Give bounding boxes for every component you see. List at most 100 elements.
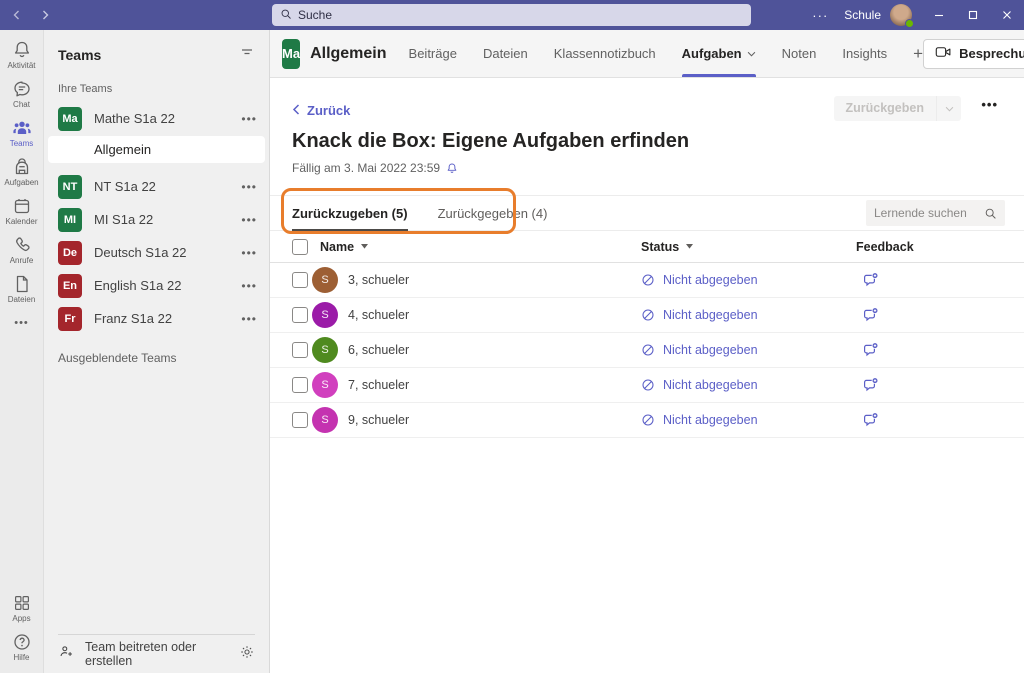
rail-item-files[interactable]: Dateien [0,270,44,309]
rail-item-assignments[interactable]: Aufgaben [0,153,44,192]
back-link[interactable]: Zurück [292,103,350,118]
rail-item-calendar[interactable]: Kalender [0,192,44,231]
search-icon [280,8,292,23]
status-not-turned-in[interactable]: Nicht abgegeben [641,308,758,322]
close-button[interactable] [990,0,1024,30]
notification-bell-icon[interactable] [446,162,458,175]
channel-team-avatar: Ma [282,39,300,69]
team-item-franz[interactable]: Fr Franz S1a 22 ••• [44,302,269,335]
student-name[interactable]: 9, schueler [348,413,409,427]
rail-item-teams[interactable]: Teams [0,114,44,153]
app-rail: Aktivität Chat Teams Aufgaben Kalender A… [0,30,44,673]
column-header-status[interactable]: Status [641,240,693,254]
minimize-button[interactable] [922,0,956,30]
help-icon [0,632,44,652]
status-not-turned-in[interactable]: Nicht abgegeben [641,343,758,357]
team-item-english[interactable]: En English S1a 22 ••• [44,269,269,302]
nav-forward-icon[interactable] [40,10,50,20]
filter-icon[interactable] [239,44,255,65]
team-more-icon[interactable]: ••• [241,213,257,227]
team-avatar: MI [58,208,82,232]
student-search-input[interactable]: Lernende suchen [866,200,1005,226]
row-checkbox[interactable] [292,377,308,393]
status-not-turned-in[interactable]: Nicht abgegeben [641,378,758,392]
student-name[interactable]: 6, schueler [348,343,409,357]
return-button-disabled[interactable]: Zurückgeben [834,96,962,121]
feedback-comment-icon[interactable] [862,342,879,358]
row-checkbox[interactable] [292,342,308,358]
team-more-icon[interactable]: ••• [241,112,257,126]
team-item-mathe[interactable]: Ma Mathe S1a 22 ••• [44,102,269,135]
column-header-feedback: Feedback [856,240,914,254]
student-name[interactable]: 3, schueler [348,273,409,287]
your-teams-label: Ihre Teams [44,73,269,102]
tab-insights[interactable]: Insights [842,30,887,77]
channel-item-allgemein-selected[interactable]: Allgemein [48,136,265,163]
calendar-icon [0,196,44,216]
select-all-checkbox[interactable] [292,239,308,255]
status-not-turned-in[interactable]: Nicht abgegeben [641,413,758,427]
tab-dateien[interactable]: Dateien [483,30,528,77]
nav-back-icon[interactable] [12,10,22,20]
status-not-turned-in[interactable]: Nicht abgegeben [641,273,758,287]
assignment-detail: Zurück Zurückgeben ••• Knack die Box: Ei… [270,78,1024,673]
tab-klassennotizbuch[interactable]: Klassennotizbuch [554,30,656,77]
rail-item-chat[interactable]: Chat [0,75,44,114]
assignment-more-icon[interactable]: ••• [981,97,998,112]
student-name[interactable]: 7, schueler [348,378,409,392]
team-item-deutsch[interactable]: De Deutsch S1a 22 ••• [44,236,269,269]
row-checkbox[interactable] [292,272,308,288]
meet-now-button[interactable]: Besprechung [923,39,1024,69]
join-team-icon [58,643,75,665]
file-icon [0,274,44,294]
channel-header: Ma Allgemein Beiträge Dateien Klassennot… [270,30,1024,78]
feedback-comment-icon[interactable] [862,307,879,323]
tab-aufgaben[interactable]: Aufgaben [682,30,756,77]
tab-beitraege[interactable]: Beiträge [409,30,457,77]
team-more-icon[interactable]: ••• [241,279,257,293]
tab-to-return[interactable]: Zurückzugeben (5) [292,196,408,230]
user-avatar[interactable] [890,4,912,26]
team-avatar: De [58,241,82,265]
account-name[interactable]: Schule [844,8,881,22]
student-name[interactable]: 4, schueler [348,308,409,322]
column-header-name[interactable]: Name [320,240,368,254]
feedback-comment-icon[interactable] [862,412,879,428]
teams-sidebar: Teams Ihre Teams Ma Mathe S1a 22 ••• All… [44,30,270,673]
team-item-nt[interactable]: NT NT S1a 22 ••• [44,170,269,203]
join-team-label[interactable]: Team beitreten oder erstellen [85,640,229,668]
rail-item-help[interactable]: Hilfe [0,628,44,667]
feedback-comment-icon[interactable] [862,377,879,393]
team-avatar: Fr [58,307,82,331]
rail-more-icon[interactable]: ••• [14,309,29,337]
team-more-icon[interactable]: ••• [241,312,257,326]
table-row: S 9, schueler Nicht abgegeben [270,403,1024,438]
chevron-left-icon [292,103,300,118]
apps-grid-icon [0,593,44,613]
rail-item-activity[interactable]: Aktivität [0,36,44,75]
teams-people-icon [0,118,44,138]
camera-icon [935,45,952,62]
team-item-mi[interactable]: MI MI S1a 22 ••• [44,203,269,236]
row-checkbox[interactable] [292,412,308,428]
feedback-comment-icon[interactable] [862,272,879,288]
add-tab-button[interactable]: + [913,44,923,64]
maximize-button[interactable] [956,0,990,30]
tab-noten[interactable]: Noten [782,30,817,77]
tab-returned[interactable]: Zurückgegeben (4) [438,196,548,230]
student-avatar: S [312,267,338,293]
titlebar-more-icon[interactable]: ··· [812,8,828,23]
gear-icon[interactable] [239,644,255,665]
team-avatar: NT [58,175,82,199]
search-input[interactable]: Suche [272,4,751,26]
row-checkbox[interactable] [292,307,308,323]
hidden-teams-label[interactable]: Ausgeblendete Teams [44,335,269,381]
presence-available-dot [905,19,914,28]
table-row: S 6, schueler Nicht abgegeben [270,333,1024,368]
team-more-icon[interactable]: ••• [241,246,257,260]
return-dropdown-chevron[interactable] [936,96,961,121]
rail-item-calls[interactable]: Anrufe [0,231,44,270]
students-table-body: S 3, schueler Nicht abgegeben S 4, schue… [270,263,1024,438]
rail-item-apps[interactable]: Apps [0,589,44,628]
team-more-icon[interactable]: ••• [241,180,257,194]
